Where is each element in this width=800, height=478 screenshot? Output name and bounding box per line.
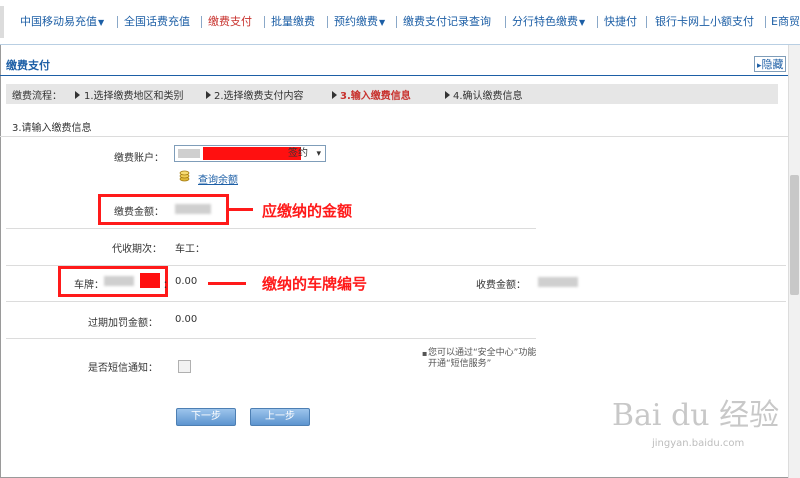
period-value: 车工： (175, 244, 205, 255)
sms-checkbox[interactable] (178, 360, 191, 373)
nav-separator (264, 16, 265, 28)
sms-label: 是否短信通知： (88, 363, 158, 374)
nav-item-branch-payment[interactable]: 分行特色缴费▼ (512, 14, 585, 30)
nav-item-quick-pay[interactable]: 快捷付 (604, 14, 637, 30)
chevron-down-icon: ▼ (98, 18, 105, 27)
period-label: 代收期次： (112, 244, 162, 255)
row-divider (6, 338, 536, 339)
vertical-scrollbar[interactable] (788, 45, 800, 478)
nav-item-national-recharge[interactable]: 全国话费充值 (124, 14, 190, 30)
row-divider (6, 228, 536, 229)
watermark-url: jingyan.baidu.com (652, 438, 745, 449)
late-fee-label: 过期加罚金额： (88, 318, 158, 329)
nav-separator (396, 16, 397, 28)
step-arrow-icon (332, 91, 337, 99)
step-arrow-icon (75, 91, 80, 99)
coin-icon (179, 170, 190, 182)
nav-item-scheduled-payment[interactable]: 预约缴费▼ (334, 14, 385, 30)
subtitle-divider (0, 136, 788, 137)
sms-notice: ▪ 您可以通过“安全中心”功能开通“短信服务” (422, 348, 537, 369)
redacted-block (140, 273, 160, 288)
plate-colon: ： (163, 280, 173, 291)
nav-item-small-payment[interactable]: 银行卡网上小额支付 (655, 14, 754, 30)
process-steps: 缴费流程： 1.选择缴费地区和类别 2.选择缴费支付内容 3.输入缴费信息 4.… (6, 84, 778, 104)
next-button[interactable]: 下一步 (176, 408, 236, 426)
step-4: 4.确认缴费信息 (453, 91, 523, 102)
nav-separator (117, 16, 118, 28)
nav-separator (765, 16, 766, 28)
late-fee-value: 0.00 (175, 314, 198, 325)
account-label: 缴费账户： (114, 153, 164, 164)
plate-label: 车牌： (74, 280, 104, 291)
chevron-down-icon: ▼ (379, 18, 386, 27)
nav-separator (646, 16, 647, 28)
masked-amount (175, 204, 211, 214)
watermark-logo: Bai du 经验 (612, 398, 780, 433)
hide-button[interactable]: ▸隐藏 (754, 56, 786, 72)
steps-prefix: 缴费流程： (12, 91, 62, 102)
masked-text (178, 149, 200, 158)
step-arrow-icon (445, 91, 450, 99)
prev-button[interactable]: 上一步 (250, 408, 310, 426)
step-2: 2.选择缴费支付内容 (214, 91, 304, 102)
nav-item-e-commerce[interactable]: E商贸 (771, 14, 800, 30)
plate-value: 0.00 (175, 276, 198, 287)
plate-annotation: 缴纳的车牌编号 (262, 275, 368, 293)
section-divider (0, 75, 788, 76)
nav-item-batch-payment[interactable]: 批量缴费 (271, 14, 315, 30)
annotation-arrow (229, 208, 253, 211)
step-1: 1.选择缴费地区和类别 (84, 91, 184, 102)
nav-separator (505, 16, 506, 28)
bullet-icon: ▪ (422, 349, 428, 358)
query-balance-link[interactable]: 查询余额 (198, 171, 238, 186)
annotation-arrow (208, 282, 246, 285)
chevron-down-icon: ▼ (579, 18, 586, 27)
row-divider (6, 301, 786, 302)
scrollbar-thumb[interactable] (790, 175, 799, 295)
nav-scroll-edge (0, 6, 4, 38)
nav-item-mobile-recharge[interactable]: 中国移动易充值▼ (20, 14, 104, 30)
redacted-block (203, 147, 301, 160)
form-subtitle: 3.请输入缴费信息 (12, 123, 92, 134)
fee-label: 收费金额： (476, 280, 526, 291)
masked-fee (538, 277, 578, 287)
section-title: 缴费支付 (6, 59, 50, 72)
amount-annotation: 应缴纳的金额 (262, 202, 353, 220)
amount-label: 缴费金额： (114, 207, 164, 218)
nav-separator (597, 16, 598, 28)
masked-plate (104, 276, 134, 286)
step-3-current: 3.输入缴费信息 (340, 91, 411, 102)
nav-item-payment-records[interactable]: 缴费支付记录查询 (403, 14, 491, 30)
account-value: 签约 (288, 148, 308, 159)
top-navigation: 中国移动易充值▼ 全国话费充值 缴费支付 批量缴费 预约缴费▼ 缴费支付记录查询… (0, 0, 800, 45)
nav-item-payment[interactable]: 缴费支付 (208, 14, 252, 30)
chevron-down-icon: ▾ (316, 149, 321, 159)
nav-separator (201, 16, 202, 28)
account-select[interactable]: 签约 ▾ (174, 145, 326, 162)
step-arrow-icon (206, 91, 211, 99)
nav-separator (327, 16, 328, 28)
